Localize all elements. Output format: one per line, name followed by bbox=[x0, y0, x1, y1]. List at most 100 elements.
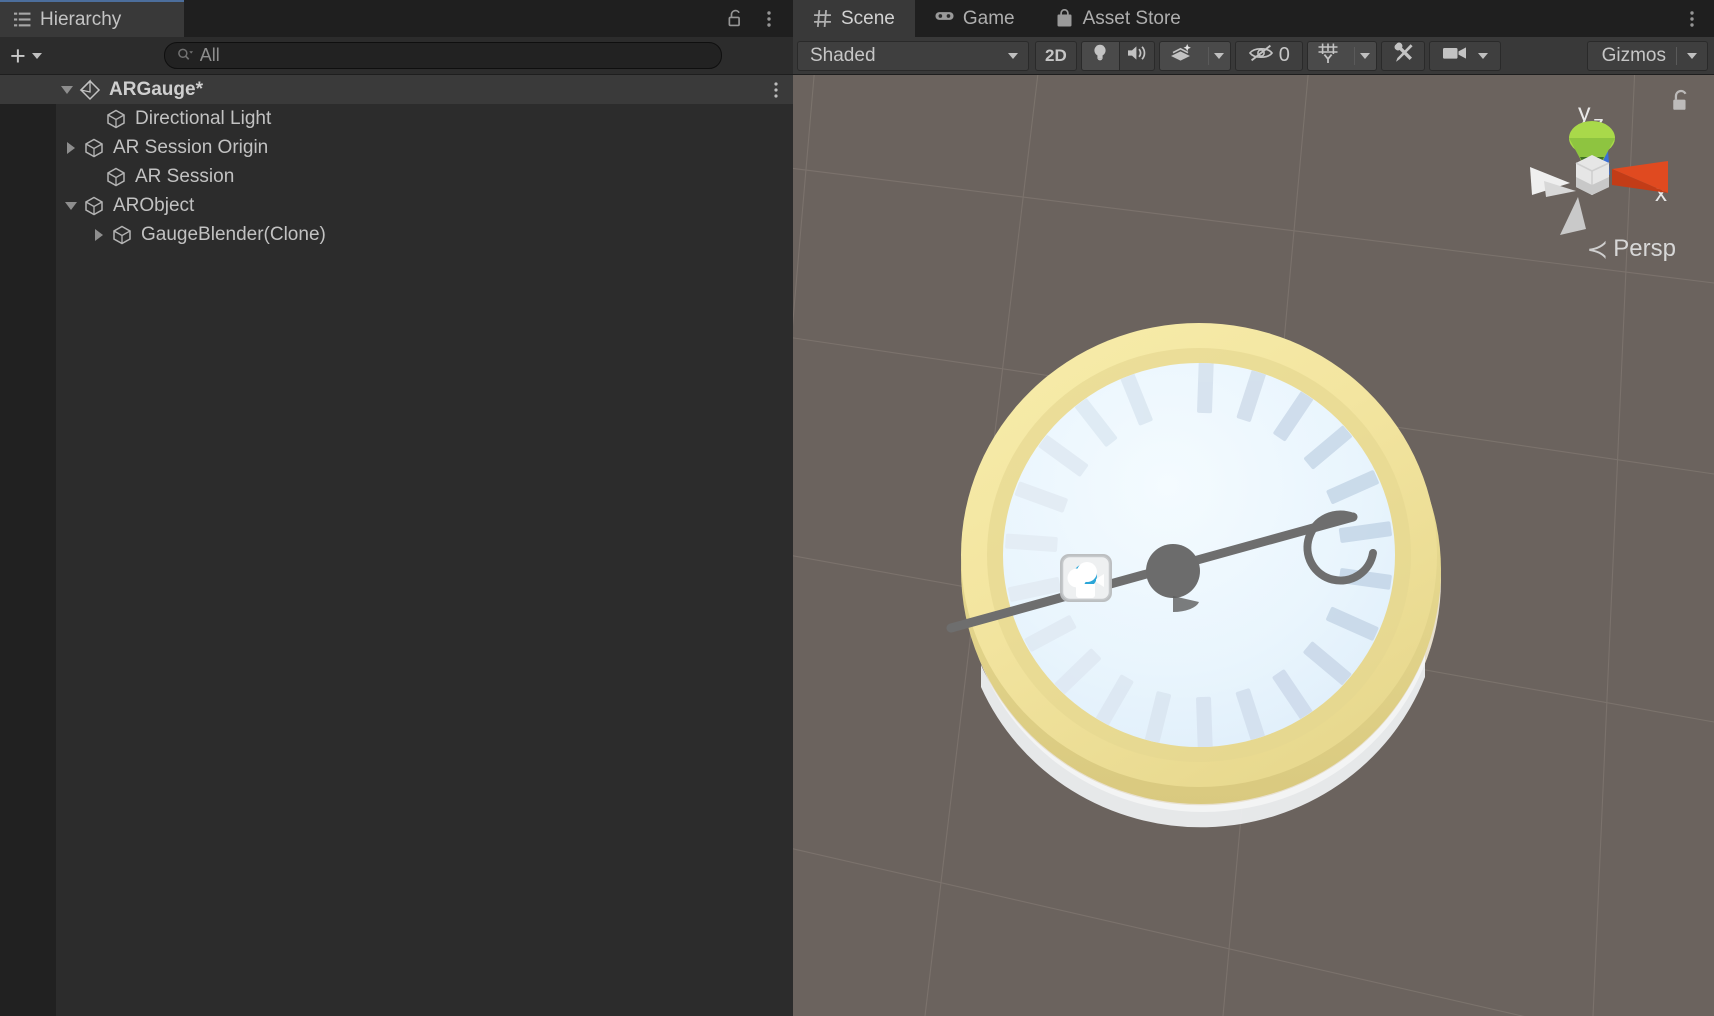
camera-icon bbox=[1442, 45, 1468, 66]
search-input[interactable] bbox=[199, 45, 709, 66]
unity-editor-window: Hierarchy + All ARGauge* Directional Lig… bbox=[0, 0, 1714, 1016]
projection-mode-label: Persp bbox=[1613, 235, 1676, 262]
lighting-audio-group bbox=[1080, 40, 1155, 71]
lightbulb-icon bbox=[1091, 42, 1109, 69]
tab-asset-store[interactable]: Asset Store bbox=[1034, 0, 1201, 37]
scene-tab-actions bbox=[1678, 0, 1714, 37]
chevron-down-icon bbox=[31, 52, 42, 59]
scene-viewport[interactable]: y z x bbox=[793, 75, 1714, 1016]
scene-tabbar: Scene Game Asset Store bbox=[793, 0, 1714, 37]
unity-scene-icon bbox=[78, 78, 102, 102]
tree-item-label: AR Session bbox=[135, 166, 235, 187]
tree-item-gaugeblender-clone[interactable]: GaugeBlender(Clone) bbox=[0, 220, 793, 249]
wrench-pencil-icon bbox=[1391, 41, 1415, 70]
chevron-down-icon bbox=[1008, 52, 1018, 59]
tab-hierarchy[interactable]: Hierarchy bbox=[0, 0, 184, 37]
hidden-objects-group: 0 bbox=[1234, 40, 1303, 71]
tree-item-ar-session-origin[interactable]: AR Session Origin bbox=[0, 133, 793, 162]
plus-icon: + bbox=[10, 40, 26, 71]
draw-mode-label: Shaded bbox=[810, 44, 876, 66]
chevron-down-icon bbox=[1213, 52, 1224, 59]
kebab-menu-icon[interactable] bbox=[1678, 4, 1706, 34]
scene-lighting-toggle[interactable] bbox=[1080, 40, 1119, 71]
tree-row-kebab-icon[interactable] bbox=[773, 75, 779, 104]
hierarchy-tab-actions bbox=[721, 0, 793, 37]
hierarchy-panel: Hierarchy + All ARGauge* Directional Lig… bbox=[0, 0, 793, 1016]
tree-item-argauge[interactable]: ARGauge* bbox=[0, 75, 793, 104]
eye-slash-icon bbox=[1248, 44, 1274, 67]
shopping-bag-icon bbox=[1055, 9, 1074, 28]
kebab-menu-icon[interactable] bbox=[755, 4, 783, 34]
toggle-2d-group: 2D bbox=[1035, 40, 1077, 71]
tree-item-arobject[interactable]: ARObject bbox=[0, 191, 793, 220]
tab-scene[interactable]: Scene bbox=[793, 0, 915, 37]
gameobject-cube-icon bbox=[104, 165, 128, 189]
tab-asset-store-label: Asset Store bbox=[1082, 7, 1181, 29]
gameobject-cube-icon bbox=[82, 194, 106, 218]
hierarchy-tree: ARGauge* Directional Light AR Session Or… bbox=[0, 75, 793, 1016]
toggle-2d-label: 2D bbox=[1045, 45, 1067, 65]
divider bbox=[1207, 46, 1209, 65]
chevron-right-icon[interactable] bbox=[88, 220, 110, 249]
grid-snapping-dropdown[interactable] bbox=[1347, 40, 1377, 71]
tree-item-label: Directional Light bbox=[135, 108, 272, 129]
gameobject-cube-icon bbox=[104, 107, 128, 131]
chevron-right-icon[interactable] bbox=[60, 133, 82, 162]
tree-item-ar-session[interactable]: AR Session bbox=[0, 162, 793, 191]
tab-scene-label: Scene bbox=[841, 7, 895, 29]
grid-hash-icon bbox=[813, 9, 832, 28]
tab-hierarchy-label: Hierarchy bbox=[40, 8, 122, 30]
scene-camera-dropdown[interactable] bbox=[1428, 40, 1501, 71]
hierarchy-search-field[interactable] bbox=[163, 42, 722, 69]
hierarchy-tabbar: Hierarchy bbox=[0, 0, 793, 37]
scene-effects-dropdown[interactable] bbox=[1201, 40, 1231, 71]
scene-tabbar-filler bbox=[1200, 0, 1678, 37]
hierarchy-list-icon bbox=[14, 11, 31, 28]
gizmos-dropdown[interactable]: Gizmos bbox=[1586, 40, 1708, 71]
tree-item-label: AR Session Origin bbox=[113, 137, 269, 158]
scene-effects-toggle[interactable] bbox=[1158, 40, 1202, 71]
scene-audio-toggle[interactable] bbox=[1118, 40, 1155, 71]
projection-mode-toggle[interactable]: ≺ Persp bbox=[1587, 235, 1677, 263]
grid-axis-y-icon bbox=[1317, 42, 1339, 69]
chevron-down-icon bbox=[1477, 52, 1488, 59]
gamepad-icon bbox=[935, 9, 954, 28]
add-gameobject-button[interactable]: + bbox=[6, 42, 48, 70]
persp-arrow-icon: ≺ bbox=[1586, 234, 1609, 264]
hidden-objects-count: 0 bbox=[1278, 44, 1290, 66]
draw-mode-dropdown[interactable]: Shaded bbox=[797, 40, 1029, 71]
tree-item-label: GaugeBlender(Clone) bbox=[141, 224, 326, 245]
grid-snapping-group bbox=[1306, 40, 1377, 71]
hierarchy-tabbar-filler bbox=[184, 0, 721, 37]
gameobject-cube-icon bbox=[82, 136, 106, 160]
toggle-2d-button[interactable]: 2D bbox=[1035, 40, 1077, 71]
gizmo-lock-open-icon[interactable] bbox=[1670, 89, 1692, 113]
ar-prefab-gizmo-icon bbox=[1060, 554, 1112, 602]
chevron-down-icon[interactable] bbox=[60, 191, 82, 220]
gizmos-label: Gizmos bbox=[1601, 44, 1666, 66]
speaker-icon bbox=[1126, 44, 1148, 67]
effects-group bbox=[1158, 40, 1231, 71]
twisty-placeholder bbox=[82, 162, 104, 191]
tree-item-label: ARGauge* bbox=[109, 79, 203, 100]
tree-item-directional-light[interactable]: Directional Light bbox=[0, 104, 793, 133]
chevron-down-icon bbox=[1687, 52, 1697, 59]
tab-game[interactable]: Game bbox=[914, 0, 1035, 37]
scene-tools-button[interactable] bbox=[1380, 40, 1425, 71]
tree-item-label: ARObject bbox=[113, 195, 195, 216]
tab-game-label: Game bbox=[962, 7, 1015, 29]
gameobject-cube-icon bbox=[110, 223, 134, 247]
scene-tools-group bbox=[1380, 40, 1425, 71]
effects-sparkle-icon bbox=[1169, 43, 1193, 68]
hierarchy-toolbar: + bbox=[0, 37, 793, 75]
divider bbox=[1676, 46, 1677, 65]
grid-visibility-toggle[interactable] bbox=[1306, 40, 1348, 71]
chevron-down-icon[interactable] bbox=[56, 75, 78, 104]
scene-panel: Scene Game Asset Store Shaded 2D 0 Gizmo… bbox=[793, 0, 1714, 1016]
divider bbox=[1353, 46, 1355, 65]
twisty-placeholder bbox=[82, 104, 104, 133]
scene-toolbar: Shaded 2D 0 Gizmos bbox=[793, 37, 1714, 75]
lock-open-icon[interactable] bbox=[721, 4, 749, 34]
hidden-objects-toggle[interactable]: 0 bbox=[1234, 40, 1303, 71]
search-icon bbox=[177, 47, 194, 64]
